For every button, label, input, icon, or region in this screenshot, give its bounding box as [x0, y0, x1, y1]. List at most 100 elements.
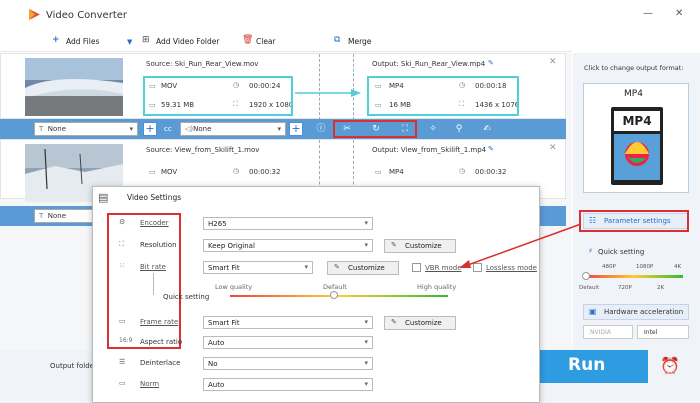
output-filename: Output: Ski_Run_Rear_View.mp4	[372, 60, 486, 68]
dialog-title: Video Settings	[127, 193, 182, 202]
format-logo-text: MP4	[614, 111, 660, 131]
divider	[319, 54, 320, 120]
frame-rate-customize-button[interactable]: ✎ Customize	[384, 316, 456, 330]
film-icon: ▭	[375, 168, 382, 176]
subtitle-value: None	[47, 212, 66, 220]
frame-rate-select[interactable]: Smart Fit	[203, 316, 373, 329]
add-files-button[interactable]: Add Files	[66, 37, 99, 46]
clock-icon: ◷	[459, 167, 466, 175]
hardware-acceleration-button[interactable]: ▣ Hardware acceleration	[583, 304, 689, 320]
audio-value: None	[193, 125, 212, 133]
subtitle-edit-icon[interactable]: ✍	[480, 122, 494, 136]
audio-dropdown[interactable]: ◁)None ▾	[180, 122, 286, 136]
add-audio-button[interactable]: +	[289, 122, 303, 136]
tick-label: Default	[579, 285, 600, 291]
format-selector[interactable]: MP4 MP4	[583, 83, 689, 193]
encoder-label[interactable]: Encoder	[140, 219, 169, 227]
info-icon[interactable]: ⓘ	[314, 122, 328, 136]
frame-rate-value: Smart Fit	[208, 319, 240, 327]
deinterlace-select[interactable]: No	[203, 357, 373, 370]
clock-icon: ◷	[233, 167, 240, 175]
merge-button[interactable]: Merge	[348, 37, 371, 46]
resolution-label: Resolution	[140, 241, 177, 249]
close-icon[interactable]: ✕	[675, 8, 683, 19]
source-filename: Source: View_from_Skilift_1.mov	[146, 146, 260, 154]
bitrate-select[interactable]: Smart Fit	[203, 261, 313, 274]
default-label: Default	[323, 283, 347, 291]
resolution-select[interactable]: Keep Original	[203, 239, 373, 252]
bitrate-customize-button[interactable]: ✎ Customize	[327, 261, 399, 275]
toolbar: + Add Files ▼ ⊞ Add Video Folder 🗑 Clear…	[0, 30, 572, 52]
chip-icon: ▣	[589, 307, 597, 316]
mp4-format-icon: MP4	[611, 107, 663, 185]
dropdown-icon[interactable]: ▼	[127, 38, 132, 47]
video-settings-dialog: ▤ Video Settings ⚙ Encoder H265 ⛶ Resolu…	[92, 186, 540, 403]
aspect-ratio-value: Auto	[208, 339, 225, 347]
tick-label: 1080P	[636, 264, 654, 270]
lightning-icon: ⚡	[588, 247, 593, 255]
pencil-icon: ✎	[391, 241, 397, 249]
quick-setting-label: Quick setting	[163, 293, 210, 301]
edit-icon[interactable]: ✎	[488, 145, 494, 153]
alarm-clock-icon[interactable]: ⏰	[660, 356, 680, 375]
resolution-customize-button[interactable]: ✎ Customize	[384, 239, 456, 253]
vbr-mode-checkbox[interactable]	[412, 263, 421, 272]
merge-icon: ⧉	[334, 35, 341, 45]
film-icon: ▭	[149, 168, 156, 176]
customize-label: Customize	[348, 264, 385, 272]
trash-icon: 🗑	[242, 35, 254, 45]
frame-rate-label[interactable]: Frame rate	[140, 318, 178, 326]
add-folder-icon: ⊞	[142, 35, 150, 45]
encoder-value: H265	[208, 220, 227, 228]
pencil-icon: ✎	[391, 318, 397, 326]
watermark-icon[interactable]: ⚲	[452, 122, 466, 136]
tick-label: 480P	[602, 264, 616, 270]
bitrate-value: Smart Fit	[208, 264, 240, 272]
aspect-ratio-label: Aspect ratio	[140, 338, 183, 346]
intel-option[interactable]: Intel	[637, 325, 689, 339]
settings-labels-highlight	[107, 213, 181, 349]
resolution-icon: ⛶	[119, 240, 124, 248]
minimize-icon[interactable]: —	[643, 8, 653, 19]
nvidia-option[interactable]: NVIDIA	[583, 325, 633, 339]
pointer-arrow-icon	[459, 223, 582, 268]
encoder-icon: ⚙	[119, 218, 126, 226]
app-logo-icon	[29, 9, 40, 20]
tick-label: 4K	[674, 264, 682, 270]
video-thumbnail[interactable]	[25, 58, 123, 116]
subtitle-dropdown[interactable]: T None ▾	[34, 122, 138, 136]
remove-icon[interactable]: ✕	[549, 57, 557, 67]
remove-icon[interactable]: ✕	[549, 143, 557, 153]
quality-slider[interactable]	[585, 275, 683, 278]
add-subtitle-button[interactable]: +	[143, 122, 157, 136]
video-settings-icon: ▤	[98, 191, 109, 204]
deinterlace-icon: ☰	[119, 358, 126, 366]
aspect-ratio-select[interactable]: Auto	[203, 336, 373, 349]
quality-slider[interactable]	[230, 295, 448, 297]
cc-icon: cc	[164, 125, 172, 133]
norm-value: Auto	[208, 381, 225, 389]
deinterlace-value: No	[208, 360, 218, 368]
file-row[interactable]: Source: Ski_Run_Rear_View.mov ▭ MOV ◷ 00…	[0, 53, 566, 120]
encoder-select[interactable]: H265	[203, 217, 373, 230]
output-format-panel: Click to change output format: MP4 MP4 ☷…	[573, 53, 700, 350]
frame-rate-icon: ▭	[119, 317, 126, 325]
norm-label[interactable]: Norm	[140, 380, 159, 388]
output-info-highlight	[367, 76, 519, 116]
customize-label: Customize	[405, 242, 442, 250]
bitrate-icon: ⁙	[119, 262, 125, 270]
slider-thumb[interactable]	[582, 272, 590, 280]
quality-slider-thumb[interactable]	[330, 291, 338, 299]
edit-icon[interactable]: ✎	[488, 59, 494, 67]
norm-select[interactable]: Auto	[203, 378, 373, 391]
run-button[interactable]: Run	[536, 350, 648, 383]
clear-button[interactable]: Clear	[256, 37, 276, 46]
output-filename: Output: View_from_Skilift_1.mp4	[372, 146, 487, 154]
source-filename: Source: Ski_Run_Rear_View.mov	[146, 60, 259, 68]
output-format-label: Click to change output format:	[584, 64, 684, 72]
bitrate-label[interactable]: Bit rate	[140, 263, 166, 271]
source-format: MOV	[161, 168, 178, 176]
add-folder-button[interactable]: Add Video Folder	[156, 37, 219, 46]
effects-icon[interactable]: ✧	[426, 122, 440, 136]
tick-label: 2K	[657, 285, 665, 291]
